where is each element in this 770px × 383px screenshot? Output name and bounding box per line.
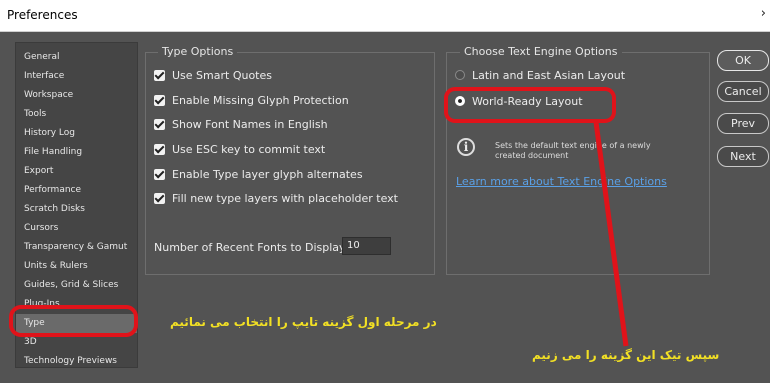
radio-label: Latin and East Asian Layout xyxy=(472,68,626,82)
sidebar-item-units-rulers[interactable]: Units & Rulers xyxy=(16,257,137,276)
sidebar-item-file-handling[interactable]: File Handling xyxy=(16,143,137,162)
sidebar-item-technology-previews[interactable]: Technology Previews xyxy=(16,352,137,371)
info-icon: i xyxy=(457,138,475,156)
checkbox-font-names-english[interactable]: Show Font Names in English xyxy=(154,116,328,132)
engine-info-text: Sets the default text engine of a newly … xyxy=(495,141,651,160)
preferences-sidebar: General Interface Workspace Tools Histor… xyxy=(15,42,138,368)
checkbox-label: Fill new type layers with placeholder te… xyxy=(172,191,398,205)
annotation-note-engine: سپس تیک این گزینه را می زنیم xyxy=(532,348,720,362)
sidebar-item-guides-grid-slices[interactable]: Guides, Grid & Slices xyxy=(16,276,137,295)
type-options-group: Type Options Use Smart Quotes Enable Mis… xyxy=(145,45,435,275)
sidebar-item-plug-ins[interactable]: Plug-Ins xyxy=(16,295,137,314)
checkbox-placeholder-text[interactable]: Fill new type layers with placeholder te… xyxy=(154,190,398,206)
sidebar-item-transparency-gamut[interactable]: Transparency & Gamut xyxy=(16,238,137,257)
window-title: Preferences xyxy=(7,8,78,22)
checkbox-checked-icon[interactable] xyxy=(154,94,165,106)
annotation-note-type: در مرحله اول گزینه تایپ را انتخاب می نما… xyxy=(170,315,437,329)
checkbox-checked-icon[interactable] xyxy=(154,143,165,155)
prev-button[interactable]: Prev xyxy=(717,113,769,134)
title-bar: Preferences › xyxy=(0,0,770,32)
checkbox-use-smart-quotes[interactable]: Use Smart Quotes xyxy=(154,67,272,83)
checkbox-checked-icon[interactable] xyxy=(154,168,165,180)
sidebar-item-history-log[interactable]: History Log xyxy=(16,124,137,143)
checkbox-label: Use ESC key to commit text xyxy=(172,142,326,156)
type-options-legend: Type Options xyxy=(158,45,238,58)
checkbox-glyph-alternates[interactable]: Enable Type layer glyph alternates xyxy=(154,166,363,182)
checkbox-missing-glyph-protection[interactable]: Enable Missing Glyph Protection xyxy=(154,92,349,108)
sidebar-item-general[interactable]: General xyxy=(16,48,137,67)
checkbox-checked-icon[interactable] xyxy=(154,192,165,204)
checkbox-label: Enable Missing Glyph Protection xyxy=(172,93,349,107)
ok-button[interactable]: OK xyxy=(717,50,769,71)
learn-more-link[interactable]: Learn more about Text Engine Options xyxy=(456,175,667,188)
radio-selected-icon[interactable] xyxy=(455,96,465,106)
checkbox-checked-icon[interactable] xyxy=(154,69,165,81)
radio-world-ready[interactable]: World-Ready Layout xyxy=(455,93,583,109)
radio-label: World-Ready Layout xyxy=(472,94,583,108)
radio-latin-east-asian[interactable]: Latin and East Asian Layout xyxy=(455,67,625,83)
sidebar-item-workspace[interactable]: Workspace xyxy=(16,86,137,105)
radio-unselected-icon[interactable] xyxy=(455,70,465,80)
sidebar-item-type[interactable]: Type xyxy=(16,314,137,333)
checkbox-label: Show Font Names in English xyxy=(172,117,328,131)
sidebar-item-interface[interactable]: Interface xyxy=(16,67,137,86)
next-button[interactable]: Next xyxy=(717,146,769,167)
recent-fonts-label: Number of Recent Fonts to Display: xyxy=(154,241,349,254)
sidebar-item-tools[interactable]: Tools xyxy=(16,105,137,124)
recent-fonts-input[interactable]: 10 xyxy=(342,237,391,255)
cancel-button[interactable]: Cancel xyxy=(717,81,769,102)
checkbox-checked-icon[interactable] xyxy=(154,118,165,130)
preferences-dialog: General Interface Workspace Tools Histor… xyxy=(0,32,770,383)
sidebar-item-performance[interactable]: Performance xyxy=(16,181,137,200)
checkbox-label: Use Smart Quotes xyxy=(172,68,272,82)
text-engine-options-group: Choose Text Engine Options Latin and Eas… xyxy=(446,45,710,275)
sidebar-item-3d[interactable]: 3D xyxy=(16,333,137,352)
checkbox-esc-commit-text[interactable]: Use ESC key to commit text xyxy=(154,141,325,157)
sidebar-item-cursors[interactable]: Cursors xyxy=(16,219,137,238)
checkbox-label: Enable Type layer glyph alternates xyxy=(172,167,363,181)
sidebar-item-export[interactable]: Export xyxy=(16,162,137,181)
sidebar-item-scratch-disks[interactable]: Scratch Disks xyxy=(16,200,137,219)
close-icon[interactable]: › xyxy=(761,6,766,21)
recent-fonts-value: 10 xyxy=(347,240,360,251)
text-engine-legend: Choose Text Engine Options xyxy=(460,45,622,58)
